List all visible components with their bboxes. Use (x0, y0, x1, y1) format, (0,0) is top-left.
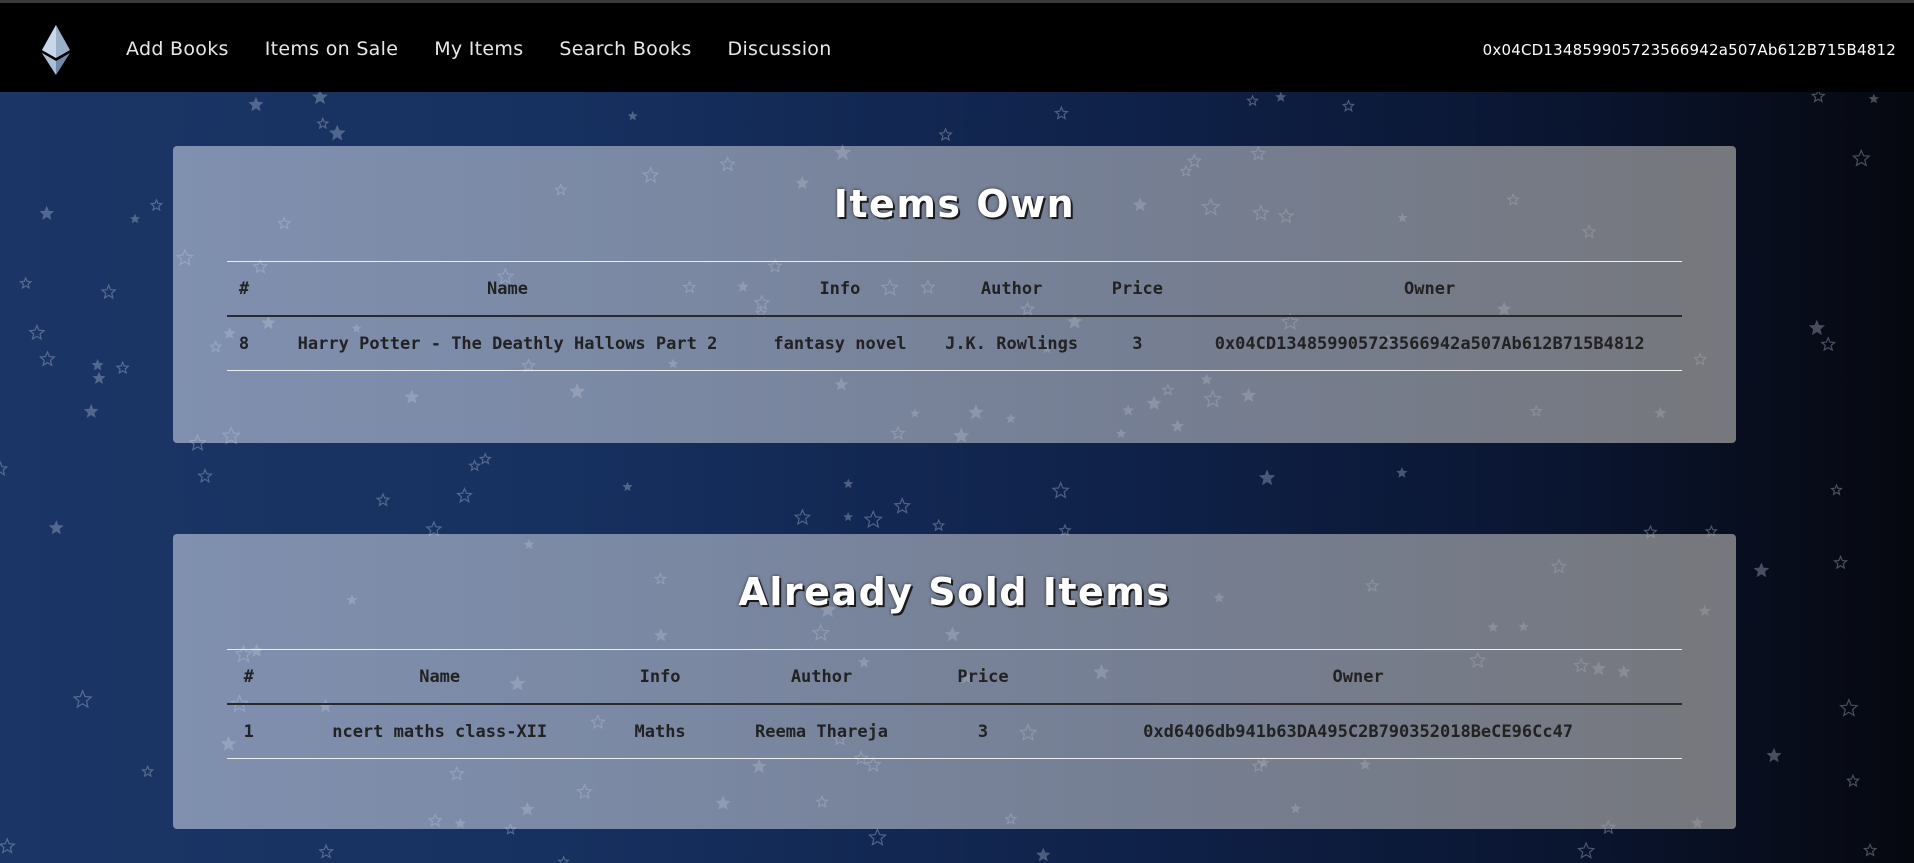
table-header-row: # Name Info Author Price Owner (227, 261, 1682, 316)
col-name-header: Name (487, 278, 528, 299)
star-icon (627, 110, 638, 121)
col-name-header: Name (419, 666, 461, 687)
nav-items-on-sale[interactable]: Items on Sale (265, 38, 398, 60)
star-icon (248, 96, 264, 112)
star-icon (622, 481, 633, 492)
nav-my-items[interactable]: My Items (434, 38, 523, 60)
star-icon (83, 403, 99, 418)
col-price-header: Price (1111, 278, 1163, 299)
table-row: 8 Harry Potter - The Deathly Hallows Par… (227, 316, 1682, 371)
col-price-header: Price (957, 666, 1009, 687)
nav-add-books[interactable]: Add Books (126, 38, 229, 60)
star-icon (1053, 105, 1069, 120)
star-icon (1766, 747, 1782, 763)
star-icon (91, 358, 104, 371)
table-row: 1 ncert maths class-XII Maths Reema Thar… (227, 704, 1682, 759)
sold-items-title: Already Sold Items (738, 570, 1171, 614)
star-icon (1036, 847, 1051, 862)
star-icon (1275, 91, 1287, 102)
cell-name: Harry Potter - The Deathly Hallows Part … (297, 333, 718, 354)
cell-price: 3 (1132, 333, 1143, 354)
star-icon (1341, 99, 1356, 112)
star-icon (1808, 319, 1825, 336)
star-icon (867, 827, 887, 846)
star-icon (456, 487, 473, 503)
col-id-header: # (238, 278, 250, 299)
star-icon (318, 843, 335, 859)
star-icon (938, 127, 953, 142)
star-icon (1839, 698, 1859, 717)
col-author-header: Author (980, 278, 1043, 299)
cell-info: fantasy novel (773, 333, 907, 354)
cell-id: 1 (243, 721, 254, 742)
star-icon (1051, 481, 1070, 499)
items-own-panel: Items Own # Name Info Author Price Owner… (173, 146, 1736, 443)
star-icon (0, 837, 16, 854)
star-icon (39, 205, 55, 220)
star-icon (843, 478, 854, 489)
col-id-header: # (243, 666, 254, 687)
star-icon (1862, 842, 1878, 857)
col-info-header: Info (819, 278, 861, 299)
navbar: Add Books Items on Sale My Items Search … (0, 0, 1914, 92)
cell-author: J.K. Rowlings (945, 333, 1079, 354)
col-owner-header: Owner (1404, 278, 1456, 299)
nav-discussion[interactable]: Discussion (728, 38, 832, 60)
star-icon (1845, 773, 1861, 788)
star-icon (1851, 148, 1871, 167)
star-icon (1833, 554, 1849, 570)
star-icon (793, 508, 812, 526)
cell-author: Reema Thareja (754, 721, 889, 742)
star-icon (468, 459, 482, 472)
ethereum-logo-icon[interactable] (42, 25, 70, 75)
star-icon (141, 764, 155, 778)
cell-name: ncert maths class-XII (332, 721, 548, 742)
cell-owner: 0xd6406db941b63DA495C2B790352018BeCE96Cc… (1143, 721, 1574, 742)
star-icon (28, 323, 46, 341)
star-icon (149, 198, 164, 212)
star-icon (19, 276, 33, 290)
star-icon (1258, 469, 1276, 486)
sold-items-panel: Already Sold Items # Name Info Author Pr… (173, 534, 1736, 829)
star-icon (197, 468, 213, 483)
star-icon (1830, 483, 1843, 496)
nav-search-books[interactable]: Search Books (559, 38, 691, 60)
items-own-table: # Name Info Author Price Owner 8 Harry P… (227, 261, 1682, 371)
star-icon (1868, 93, 1879, 104)
star-icon (932, 518, 946, 532)
star-icon (1577, 841, 1596, 859)
star-icon (1753, 562, 1770, 578)
star-icon (48, 520, 64, 535)
col-info-header: Info (639, 666, 681, 687)
col-owner-header: Owner (1332, 666, 1384, 687)
star-icon (316, 116, 330, 130)
star-icon (129, 213, 141, 224)
star-icon (100, 283, 117, 300)
star-icon (115, 360, 130, 375)
star-icon (375, 492, 391, 507)
star-icon (1396, 467, 1408, 478)
cell-info: Maths (634, 721, 686, 742)
cell-id: 8 (238, 333, 250, 354)
star-icon (1820, 336, 1837, 352)
star-icon (72, 689, 93, 709)
star-icon (478, 452, 492, 465)
star-icon (0, 460, 9, 476)
star-icon (92, 371, 106, 384)
nav-links: Add Books Items on Sale My Items Search … (126, 38, 832, 60)
items-own-title: Items Own (833, 182, 1076, 226)
col-author-header: Author (790, 666, 853, 687)
star-icon (328, 124, 346, 141)
account-address: 0x04CD134859905723566942a507Ab612B715B48… (1482, 41, 1896, 59)
cell-price: 3 (977, 721, 989, 742)
star-icon (863, 509, 883, 529)
star-icon (1246, 94, 1259, 107)
star-icon (38, 350, 56, 367)
table-header-row: # Name Info Author Price Owner (227, 649, 1682, 704)
star-icon (843, 511, 853, 522)
star-icon (893, 497, 912, 514)
sold-items-table: # Name Info Author Price Owner 1 ncert m… (227, 649, 1682, 759)
star-icon (557, 855, 570, 863)
cell-owner: 0x04CD134859905723566942a507Ab612B715B48… (1214, 333, 1645, 354)
